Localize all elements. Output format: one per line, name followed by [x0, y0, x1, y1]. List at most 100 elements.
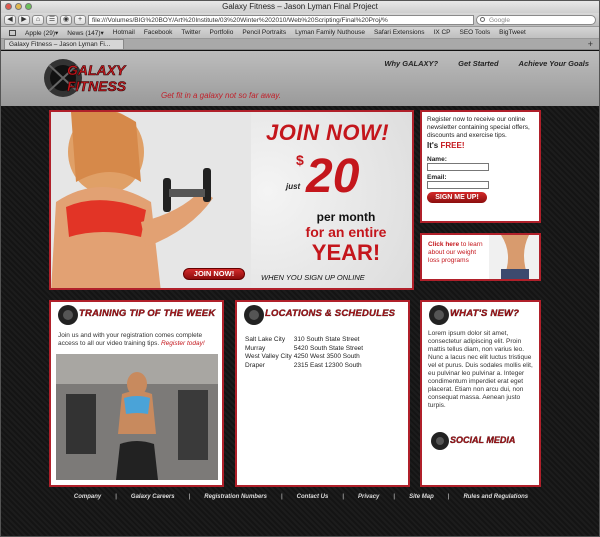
- footer-link-company[interactable]: Company: [74, 494, 101, 500]
- bookmark-item[interactable]: Safari Extensions: [374, 29, 425, 36]
- home-button[interactable]: ⌂: [32, 14, 44, 25]
- locations-header: LOCATIONS & SCHEDULES: [237, 302, 408, 328]
- bookmarks-bar: Apple (29)▾ News (147)▾ Hotmail Facebook…: [1, 27, 599, 39]
- close-window-button[interactable]: [5, 3, 12, 10]
- price-amount: 20: [306, 150, 360, 203]
- name-label: Name:: [427, 156, 447, 163]
- back-button[interactable]: ◀: [4, 14, 16, 25]
- locations-panel: LOCATIONS & SCHEDULES Salt Lake City 310 …: [235, 300, 410, 487]
- bookmark-item[interactable]: News (147)▾: [67, 29, 104, 37]
- bookmark-item[interactable]: Facebook: [144, 29, 173, 36]
- free-prefix: It's: [427, 141, 439, 150]
- footer-separator: |: [342, 494, 345, 500]
- training-tip-body: Join us and with your registration comes…: [51, 328, 222, 352]
- location-address: 4250 West 3500 South: [293, 353, 360, 360]
- whats-new-header: WHAT'S NEW?: [422, 302, 539, 328]
- weight-loss-text: Click here to learn about our weight los…: [428, 241, 488, 265]
- footer-separator: |: [280, 494, 283, 500]
- bookmark-item[interactable]: Lyman Family Nuthouse: [295, 29, 365, 36]
- new-tab-button[interactable]: +: [588, 39, 593, 49]
- sign-me-up-button[interactable]: SIGN ME UP!: [427, 192, 487, 203]
- search-placeholder: Google: [489, 16, 510, 24]
- title-bar: Galaxy Fitness – Jason Lyman Final Proje…: [1, 1, 599, 13]
- location-city: Draper: [245, 361, 265, 369]
- site-footer: Company | Galaxy Careers | Registration …: [1, 494, 599, 500]
- training-tip-panel: TRAINING TIP OF THE WEEK Join us and wit…: [49, 300, 224, 487]
- top-sites-icon[interactable]: [9, 29, 16, 36]
- add-bookmark-button[interactable]: +: [74, 14, 86, 25]
- zoom-window-button[interactable]: [25, 3, 32, 10]
- window-controls: [5, 3, 32, 10]
- footer-link-registration[interactable]: Registration Numbers: [204, 494, 267, 500]
- window-title: Galaxy Fitness – Jason Lyman Final Proje…: [222, 2, 378, 11]
- whats-new-panel: WHAT'S NEW? Lorem ipsum dolor sit amet, …: [420, 300, 541, 487]
- search-icon: [480, 16, 485, 22]
- nav-why-galaxy[interactable]: Why GALAXY?: [384, 59, 438, 68]
- weight-loss-link[interactable]: Click here: [428, 241, 459, 248]
- minimize-window-button[interactable]: [15, 3, 22, 10]
- logo-line-1: GALAXY: [67, 62, 127, 78]
- name-field[interactable]: [427, 163, 489, 171]
- price-just: just: [286, 182, 301, 191]
- free-word: FREE!: [440, 141, 465, 150]
- waist-photo: [489, 235, 539, 279]
- price-entire: for an entire: [305, 224, 387, 240]
- locations-title: LOCATIONS & SCHEDULES: [265, 308, 396, 319]
- footer-link-sitemap[interactable]: Site Map: [409, 494, 434, 500]
- price-dollar: $: [296, 152, 304, 168]
- site-header: GALAXY FITNESS Get fit in a galaxy not s…: [1, 51, 599, 106]
- footer-separator: |: [188, 494, 191, 500]
- newsletter-signup: Register now to receive our online newsl…: [420, 110, 541, 223]
- nav-achieve-goals[interactable]: Achieve Your Goals: [519, 59, 589, 68]
- search-field[interactable]: Google: [476, 14, 596, 25]
- location-address: 310 South State Street: [293, 336, 360, 343]
- galaxy-fitness-logo[interactable]: GALAXY FITNESS: [43, 55, 153, 101]
- logo-line-2: FITNESS: [67, 78, 127, 94]
- bookmark-item[interactable]: BigTweet: [499, 29, 526, 36]
- signup-online-note: WHEN YOU SIGN UP ONLINE: [261, 273, 365, 282]
- forward-button[interactable]: ▶: [18, 14, 30, 25]
- footer-link-privacy[interactable]: Privacy: [358, 494, 379, 500]
- woman-with-dumbbell-image: [51, 112, 251, 288]
- web-page: GALAXY FITNESS Get fit in a galaxy not s…: [1, 51, 599, 536]
- footer-separator: |: [447, 494, 450, 500]
- footer-link-rules[interactable]: Rules and Regulations: [463, 494, 528, 500]
- bookmark-item[interactable]: Pencil Portraits: [242, 29, 286, 36]
- bookmark-item[interactable]: Apple (29)▾: [25, 29, 58, 37]
- browser-window: Galaxy Fitness – Jason Lyman Final Proje…: [0, 0, 600, 537]
- email-label: Email:: [427, 174, 447, 181]
- footer-separator: |: [393, 494, 396, 500]
- tab-galaxy-fitness[interactable]: Galaxy Fitness – Jason Lyman Fi...: [4, 39, 124, 49]
- history-button[interactable]: ◉: [60, 14, 72, 25]
- free-note: It's FREE!: [427, 141, 534, 150]
- location-city: West Valley City: [245, 353, 292, 360]
- whats-new-body: Lorem ipsum dolor sit amet, consectetur …: [428, 330, 533, 409]
- site-tagline: Get fit in a galaxy not so far away.: [161, 91, 281, 100]
- footer-link-contact[interactable]: Contact Us: [297, 494, 329, 500]
- join-now-headline: JOIN NOW!: [266, 120, 390, 145]
- address-bar[interactable]: file:///Volumes/BIG%20BOY/Art%20Institut…: [88, 14, 474, 25]
- bookmark-item[interactable]: IX CP: [434, 29, 451, 36]
- register-today-link[interactable]: Register today!: [161, 340, 205, 347]
- main-nav: Why GALAXY? Get Started Achieve Your Goa…: [384, 59, 589, 68]
- bookmark-item[interactable]: Twitter: [181, 29, 200, 36]
- browser-toolbar: ◀ ▶ ⌂ ☰ ◉ + file:///Volumes/BIG%20BOY/Ar…: [1, 13, 599, 27]
- training-video[interactable]: [56, 354, 218, 480]
- location-address: 2315 East 12300 South: [293, 361, 362, 369]
- email-field[interactable]: [427, 181, 489, 189]
- footer-link-careers[interactable]: Galaxy Careers: [131, 494, 175, 500]
- galaxy-emblem-icon: [431, 432, 449, 450]
- newsletter-intro: Register now to receive our online newsl…: [427, 116, 530, 139]
- training-tip-title: TRAINING TIP OF THE WEEK: [79, 308, 216, 319]
- location-city: Murray: [245, 344, 266, 352]
- join-now-button[interactable]: JOIN NOW!: [183, 268, 245, 280]
- location-address: 5420 South State Street: [293, 344, 364, 352]
- reader-button[interactable]: ☰: [46, 14, 58, 25]
- nav-get-started[interactable]: Get Started: [458, 59, 498, 68]
- table-row: West Valley City 4250 West 3500 South: [244, 353, 364, 362]
- bookmark-item[interactable]: Hotmail: [113, 29, 135, 36]
- bookmark-item[interactable]: SEO Tools: [460, 29, 491, 36]
- social-media-title: SOCIAL MEDIA: [450, 435, 516, 445]
- social-media-heading: SOCIAL MEDIA: [430, 431, 534, 451]
- bookmark-item[interactable]: Portfolio: [210, 29, 234, 36]
